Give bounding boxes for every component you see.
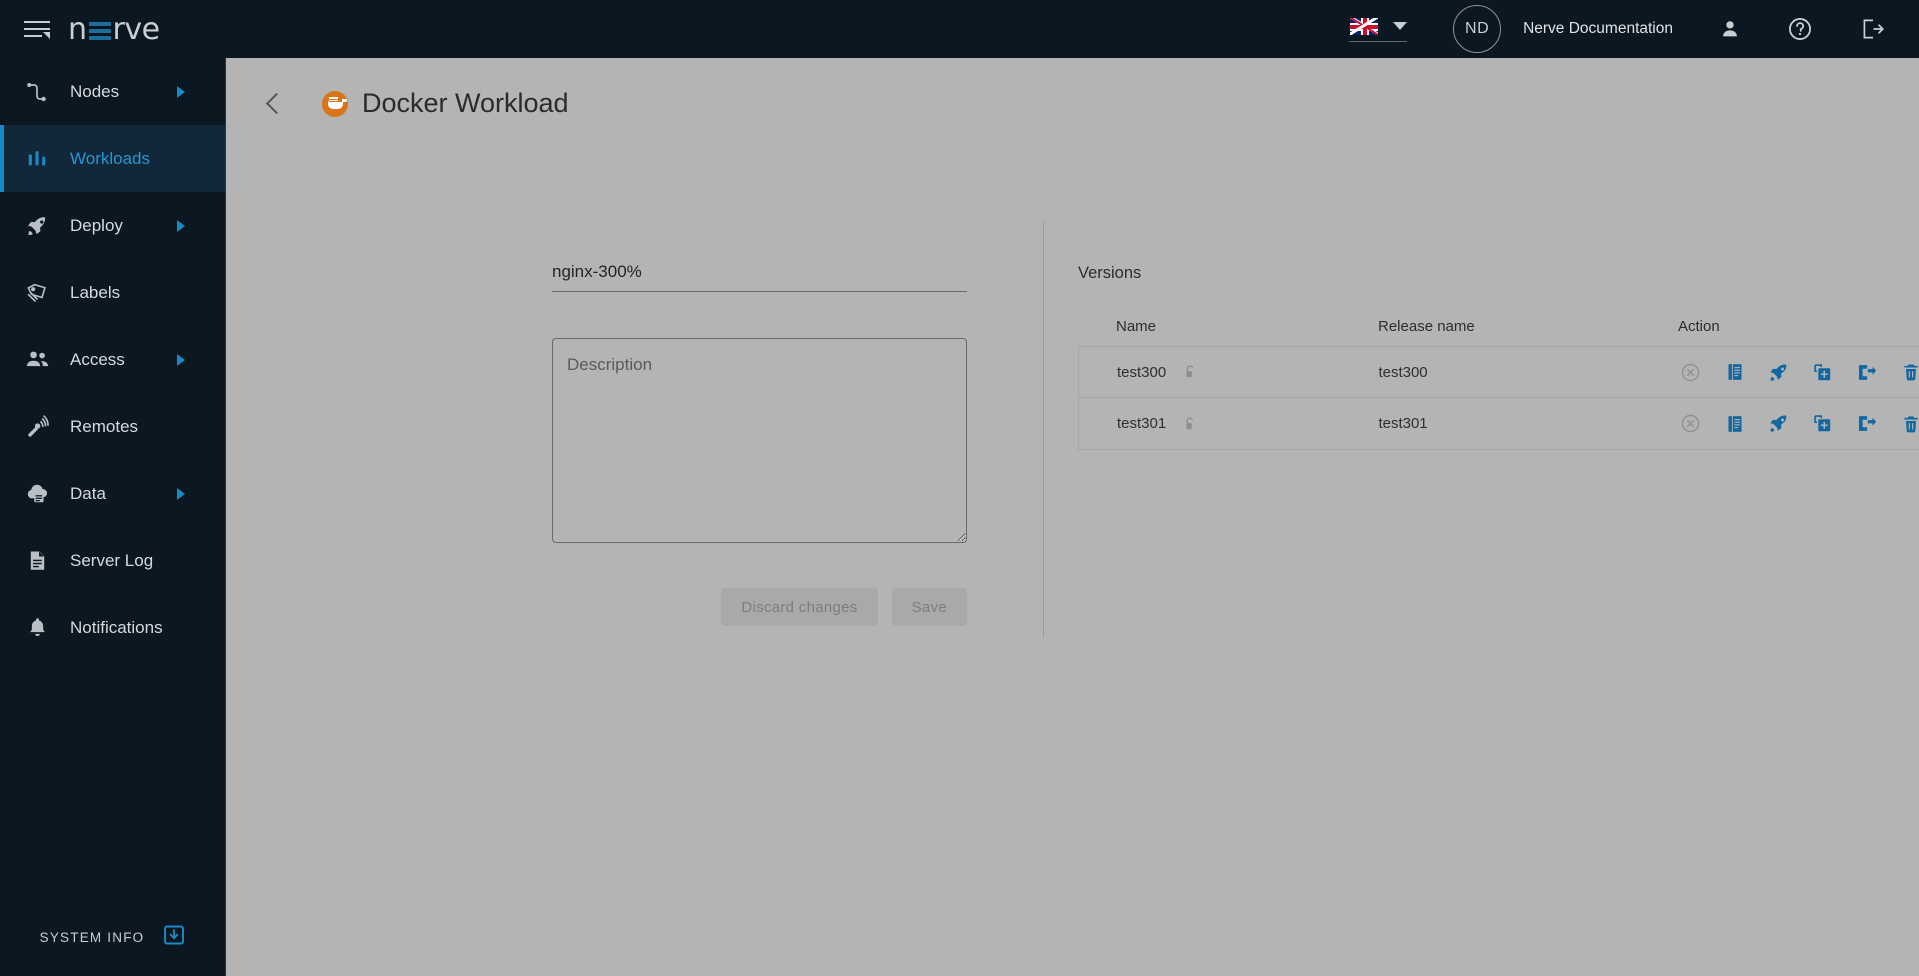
action-button-group <box>1678 361 1919 383</box>
download-box-icon <box>162 923 186 952</box>
sidebar-item-label: Data <box>70 483 106 503</box>
sidebar-item-data[interactable]: Data <box>0 460 225 527</box>
sidebar-item-label: Workloads <box>70 148 150 168</box>
duplicate-plus-icon[interactable] <box>1812 361 1834 383</box>
versions-table: Name Release name Action test300 test300 t… <box>1078 306 1919 450</box>
export-icon[interactable] <box>1856 361 1878 383</box>
duplicate-plus-icon[interactable] <box>1812 413 1834 435</box>
versions-panel: Versions Name Release name Action test30… <box>1044 58 1919 976</box>
workloads-icon <box>22 146 52 172</box>
workload-form: Discard changes Save <box>226 58 1046 976</box>
sidebar-item-label: Deploy <box>70 215 123 235</box>
logo-text-right: rve <box>112 11 161 47</box>
unlocked-padlock-icon <box>1182 416 1198 432</box>
action-button-group <box>1678 413 1919 435</box>
column-header-name: Name <box>1116 317 1157 335</box>
uk-flag-icon <box>1349 16 1380 36</box>
username-label: Nerve Documentation <box>1523 20 1673 37</box>
main-content: Docker Workload Discard changes Save Ver… <box>226 58 1919 976</box>
deploy-rocket-icon[interactable] <box>1768 413 1790 435</box>
chevron-right-icon <box>177 353 185 366</box>
version-name: test300 <box>1117 363 1167 381</box>
bell-icon <box>22 615 52 641</box>
sidebar-item-label: Server Log <box>70 550 154 570</box>
help-icon[interactable] <box>1787 16 1813 42</box>
logo-e-glyph <box>88 18 111 40</box>
logout-icon[interactable] <box>1859 16 1885 42</box>
disabled-circle-x-icon <box>1680 361 1702 383</box>
sidebar-item-label: Notifications <box>70 617 163 637</box>
deploy-rocket-icon[interactable] <box>1768 361 1790 383</box>
hamburger-menu-icon[interactable] <box>24 18 50 40</box>
sidebar-item-deploy[interactable]: Deploy <box>0 192 225 259</box>
nerve-logo[interactable]: n rve <box>68 12 160 47</box>
data-cloud-icon <box>22 481 52 507</box>
sidebar-item-workloads[interactable]: Workloads <box>0 125 225 192</box>
labels-tag-icon <box>22 280 52 306</box>
chevron-down-icon <box>1393 22 1408 30</box>
system-info-button[interactable]: SYSTEM INFO <box>0 898 226 976</box>
sidebar-item-remotes[interactable]: Remotes <box>0 393 225 460</box>
cell-actions <box>1678 361 1919 383</box>
remotes-icon <box>22 414 52 440</box>
workload-name-input[interactable] <box>552 258 967 292</box>
nodes-icon <box>22 79 52 105</box>
deploy-rocket-icon <box>22 213 52 239</box>
delete-trash-icon[interactable] <box>1900 413 1919 435</box>
table-row: test301 test301 <box>1079 398 1919 449</box>
sidebar-item-label: Nodes <box>70 81 120 101</box>
version-name: test301 <box>1117 415 1167 432</box>
access-users-icon <box>22 347 52 373</box>
sidebar-item-server-log[interactable]: Server Log <box>0 527 225 594</box>
chevron-right-icon <box>177 219 185 232</box>
chevron-right-icon <box>177 487 185 500</box>
language-selector[interactable] <box>1349 16 1408 42</box>
form-button-row: Discard changes Save <box>552 588 967 626</box>
save-button[interactable]: Save <box>891 588 967 626</box>
sidebar-item-labels[interactable]: Labels <box>0 259 225 326</box>
chevron-right-icon <box>177 85 185 98</box>
sidebar-item-label: Remotes <box>70 416 139 436</box>
delete-trash-icon[interactable] <box>1900 361 1919 383</box>
export-icon[interactable] <box>1856 413 1878 435</box>
sidebar-item-notifications[interactable]: Notifications <box>0 594 225 661</box>
workload-description-input[interactable] <box>552 338 967 543</box>
versions-table-body: test300 test300 test301 test301 <box>1078 346 1919 450</box>
versions-section-title: Versions <box>1078 264 1142 282</box>
copy-document-icon[interactable] <box>1724 413 1746 435</box>
logo-text-left: n <box>68 11 87 47</box>
cell-name: test301 <box>1079 415 1378 432</box>
sidebar: Nodes Workloads Deploy Labels Access Remotes D… <box>0 58 226 976</box>
server-log-icon <box>22 548 52 574</box>
cell-name: test300 <box>1079 364 1378 381</box>
versions-table-header: Name Release name Action <box>1078 306 1919 346</box>
cell-release-name: test300 <box>1378 363 1428 381</box>
copy-document-icon[interactable] <box>1724 361 1746 383</box>
sidebar-item-nodes[interactable]: Nodes <box>0 58 225 125</box>
unlocked-padlock-icon <box>1182 364 1198 380</box>
column-header-release-name: Release name <box>1378 317 1475 335</box>
user-icon[interactable] <box>1719 18 1741 40</box>
column-header-action: Action <box>1678 317 1720 335</box>
avatar[interactable]: ND <box>1453 5 1502 53</box>
system-info-label: SYSTEM INFO <box>39 929 145 945</box>
cell-release-name: test301 <box>1378 415 1428 432</box>
sidebar-item-access[interactable]: Access <box>0 326 225 393</box>
table-row: test300 test300 <box>1079 347 1919 398</box>
sidebar-nav-list: Nodes Workloads Deploy Labels Access Remotes D… <box>0 58 225 661</box>
disabled-circle-x-icon <box>1680 413 1702 435</box>
top-bar: n rve ND Nerve Documentation <box>0 0 1919 58</box>
sidebar-item-label: Access <box>70 349 125 369</box>
cell-actions <box>1678 413 1919 435</box>
sidebar-item-label: Labels <box>70 282 121 302</box>
topbar-right-group: ND Nerve Documentation <box>1349 0 1919 58</box>
discard-changes-button[interactable]: Discard changes <box>721 588 878 626</box>
